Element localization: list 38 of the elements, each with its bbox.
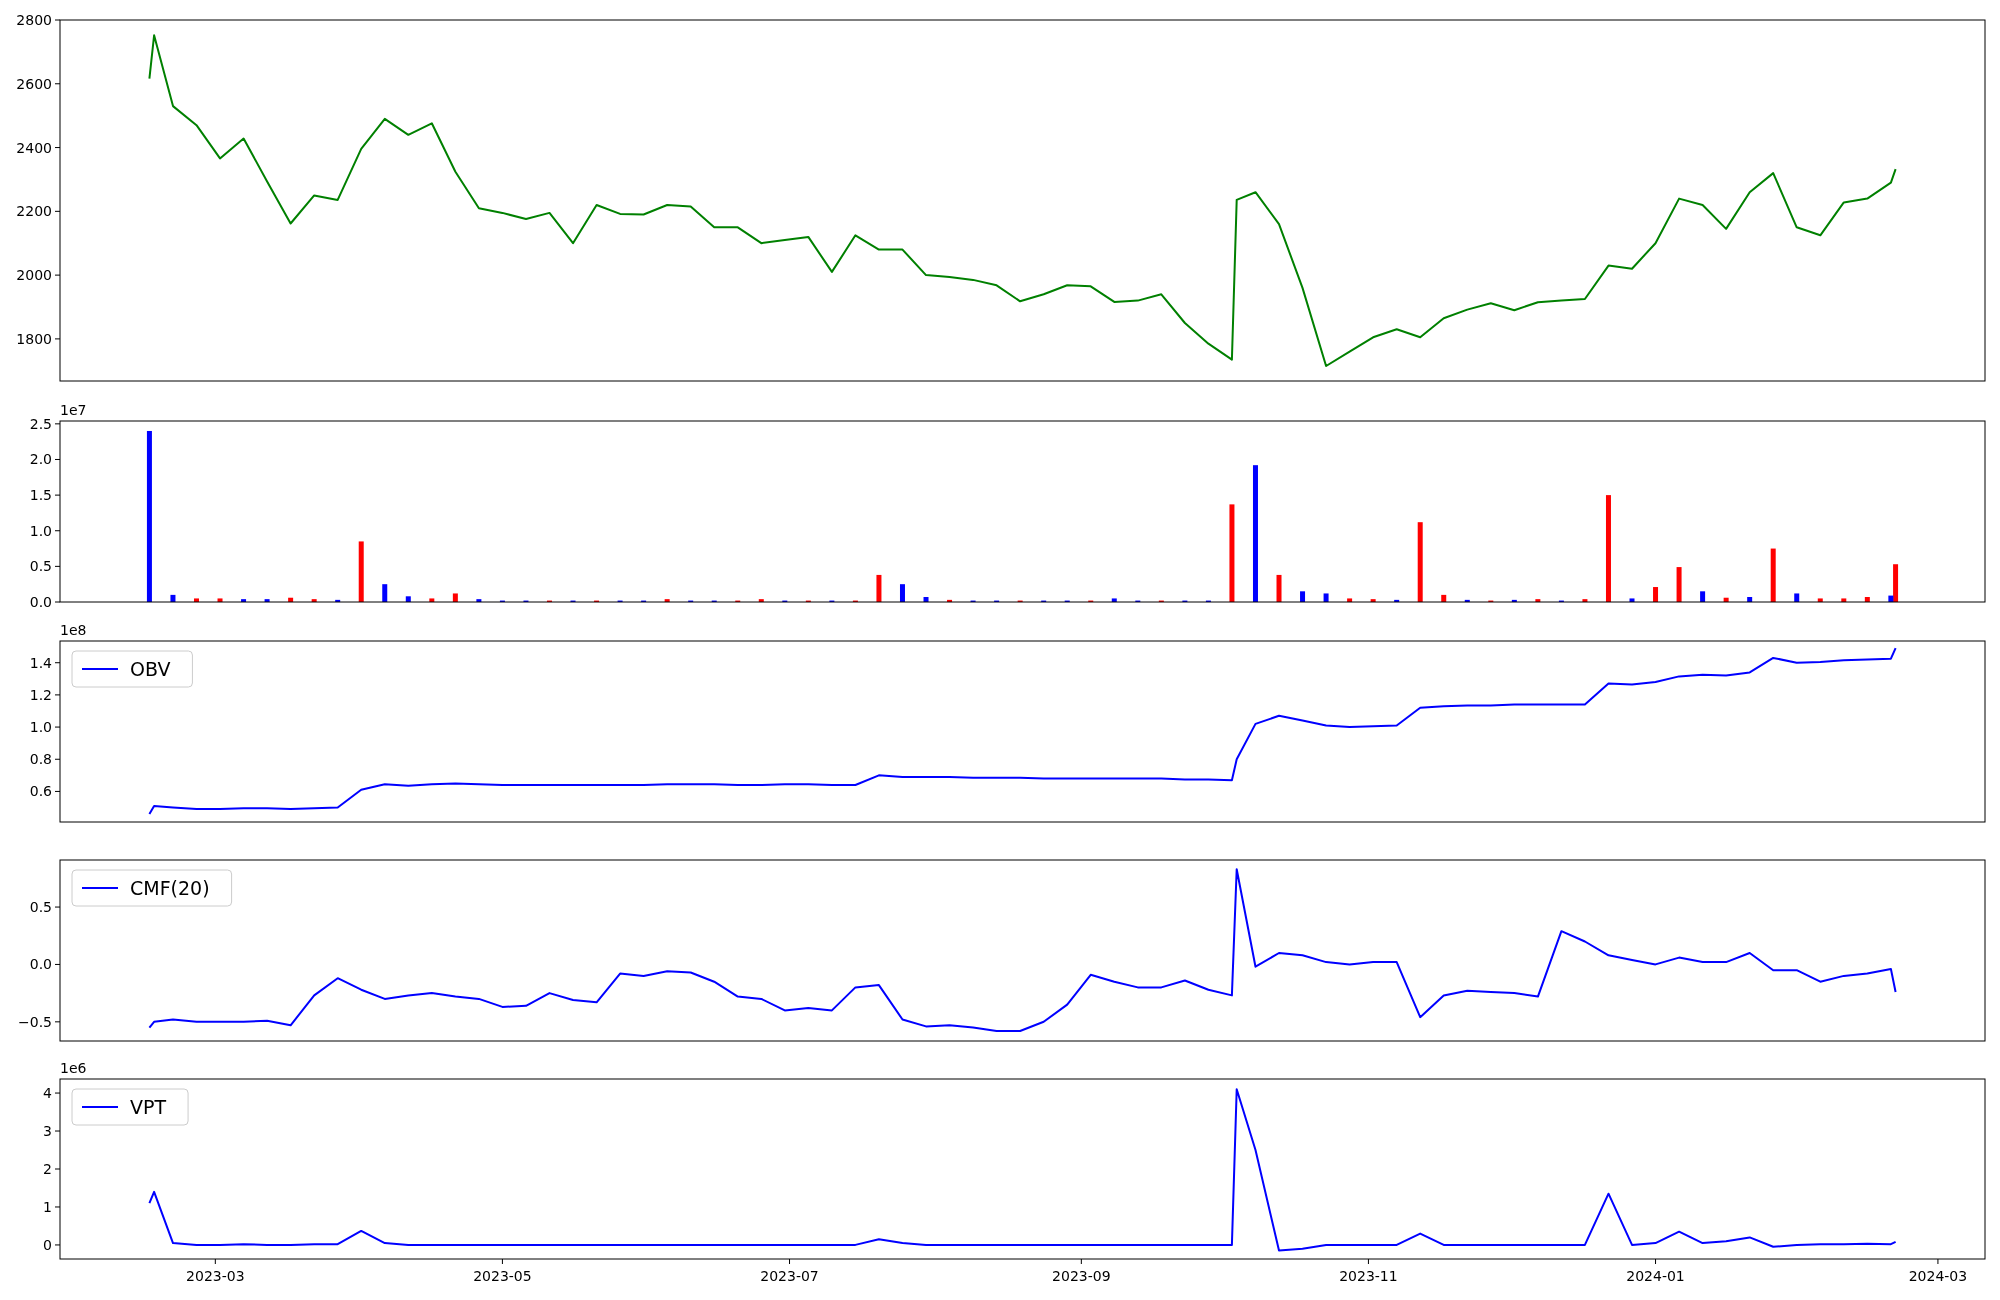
legend-label: CMF(20)	[130, 877, 210, 899]
axis-tick-label: 0.0	[29, 594, 52, 610]
axis-tick-label: 2200	[16, 203, 52, 220]
axis-tick-label: −0.5	[18, 1013, 52, 1030]
axis-tick-label: 2023-05	[473, 1268, 532, 1284]
axis-tick-label: 2	[43, 1161, 52, 1177]
axis-offset-label: 1e8	[60, 622, 87, 638]
axis-tick-label: 2023-11	[1339, 1268, 1398, 1284]
axis-tick-label: 2023-07	[760, 1268, 819, 1284]
axis-tick-label: 2800	[16, 12, 52, 28]
axis-tick-label: 1.5	[29, 487, 52, 504]
axis-tick-label: 2.5	[29, 415, 52, 432]
axis-tick-label: 1.2	[29, 686, 52, 703]
legend-label: OBV	[130, 658, 171, 680]
axis-tick-label: 0.6	[29, 783, 52, 800]
axis-tick-label: 2600	[16, 75, 52, 92]
axis-tick-label: 1800	[16, 330, 52, 347]
axis-tick-label: 0.5	[29, 899, 52, 916]
axis-tick-label: 2024-01	[1626, 1268, 1685, 1284]
axis-tick-label: 0.0	[29, 956, 52, 973]
axis-tick-label: 4	[43, 1085, 52, 1102]
axis-tick-label: 1.4	[29, 654, 52, 671]
axis-tick-label: 2023-09	[1052, 1268, 1111, 1284]
axis-tick-label: 2400	[16, 139, 52, 156]
axis-offset-label: 1e6	[60, 1060, 87, 1076]
axis-offset-label: 1e7	[60, 402, 87, 418]
axis-tick-label: 1.0	[29, 719, 52, 736]
axis-tick-label: 0.5	[29, 558, 52, 575]
axis-tick-label: 2024-03	[1908, 1268, 1968, 1284]
axis-tick-label: 3	[43, 1123, 52, 1140]
axis-tick-label: 0	[43, 1236, 52, 1253]
axis-tick-label: 2.0	[29, 451, 52, 468]
axis-tick-label: 2000	[16, 267, 52, 284]
axis-tick-label: 1	[43, 1198, 52, 1215]
legend-label: VPT	[130, 1096, 167, 1118]
axis-tick-label: 0.8	[29, 751, 52, 768]
axis-tick-label: 1.0	[29, 522, 52, 539]
axis-tick-label: 2023-03	[186, 1268, 245, 1284]
